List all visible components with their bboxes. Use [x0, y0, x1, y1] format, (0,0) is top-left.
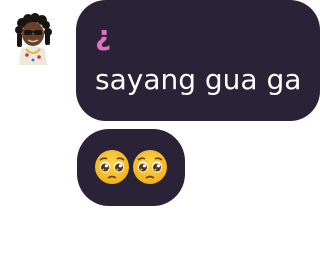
pleading-face-icon	[95, 150, 129, 184]
emoji-message-bubble[interactable]	[77, 129, 185, 206]
cartoon-character-avatar-icon	[15, 13, 52, 65]
emoji-row	[94, 148, 168, 186]
message-bubble[interactable]: ¿ sayang gua ga	[76, 0, 320, 121]
message-text: sayang gua ga	[95, 63, 302, 96]
sender-avatar[interactable]	[13, 13, 53, 65]
message-prefix: ¿	[95, 19, 112, 52]
chat-thread: ¿ sayang gua ga	[0, 0, 320, 259]
pleading-face-icon	[133, 150, 167, 184]
